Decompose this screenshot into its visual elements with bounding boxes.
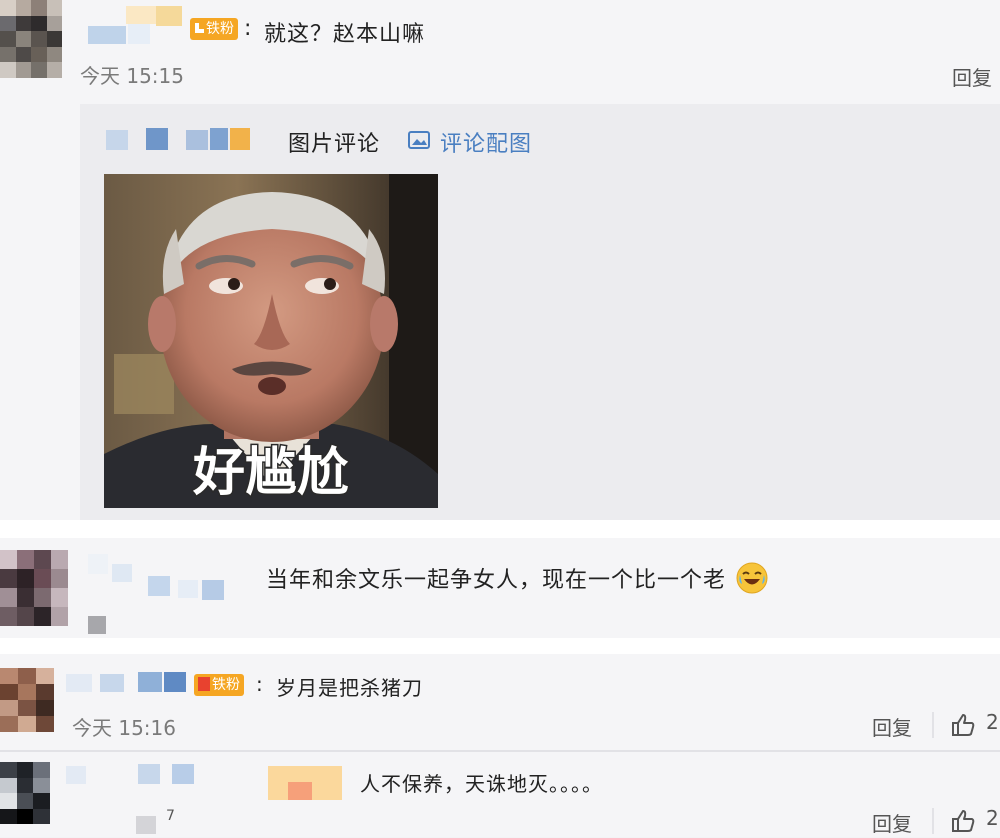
thumbs-up-icon — [950, 712, 976, 738]
separator — [0, 638, 1000, 654]
timestamp: 今天 15:16 — [72, 716, 176, 740]
comment-card-2: 当年和余文乐一起争女人，现在一个比一个老 — [0, 538, 1000, 638]
view-image-label: 评论配图 — [440, 132, 533, 157]
separator — [0, 520, 1000, 538]
image-icon — [408, 130, 430, 154]
avatar[interactable] — [0, 0, 62, 78]
image-comment-label: 图片评论 — [288, 132, 381, 157]
username[interactable] — [88, 554, 238, 636]
like-button[interactable]: 2 — [950, 710, 1000, 740]
comment-count-fragment: 7 — [166, 808, 175, 824]
fan-badge: 铁粉 — [194, 674, 244, 696]
reply-button[interactable]: 回复 — [872, 712, 912, 741]
comment-text: 人不保养，天诛地灭。。。。 — [360, 772, 603, 796]
fan-level-icon — [198, 677, 210, 691]
comment-text-body: 当年和余文乐一起争女人，现在一个比一个老 — [266, 568, 727, 593]
image-comment-block: 图片评论 评论配图 好尴尬 — [80, 104, 1000, 520]
image-comment-author[interactable] — [106, 126, 250, 152]
reply-button[interactable]: 回复 — [872, 808, 912, 837]
comment-text: 当年和余文乐一起争女人，现在一个比一个老 — [266, 562, 768, 600]
avatar[interactable] — [0, 762, 50, 824]
comment-card-1: 铁粉 : 就这？赵本山嘛 今天 15:15 回复 图片评论 评论配图 好尴尬 — [0, 0, 1000, 520]
like-button[interactable]: 2 — [950, 806, 1000, 836]
badge-blurred — [268, 766, 342, 800]
username[interactable] — [88, 4, 184, 46]
username[interactable] — [66, 764, 196, 838]
colon: : — [256, 672, 263, 696]
fan-level-icon — [194, 20, 206, 34]
comment-text: 就这？赵本山嘛 — [264, 22, 426, 47]
fan-badge: 铁粉 — [190, 18, 238, 40]
laugh-cry-emoji-icon — [736, 562, 768, 600]
timestamp: 今天 15:15 — [80, 64, 184, 88]
meme-image[interactable]: 好尴尬 — [104, 174, 438, 508]
colon: : — [244, 16, 252, 41]
like-count: 2 — [986, 806, 999, 830]
action-divider — [932, 712, 934, 738]
like-count: 2 — [986, 710, 999, 734]
badge-label: 铁粉 — [212, 677, 240, 693]
comment-text: 岁月是把杀猪刀 — [276, 676, 423, 700]
meme-illustration: 好尴尬 — [104, 174, 438, 508]
thumbs-up-icon — [950, 808, 976, 834]
badge-label: 铁粉 — [206, 21, 234, 37]
comment-card-3: 铁粉 : 岁月是把杀猪刀 今天 15:16 回复 2 — [0, 654, 1000, 750]
meme-caption: 好尴尬 — [192, 443, 349, 503]
comment-card-4: 7 人不保养，天诛地灭。。。。 回复 2 — [0, 752, 1000, 837]
avatar[interactable] — [0, 550, 68, 626]
avatar[interactable] — [0, 668, 54, 732]
username[interactable] — [66, 672, 192, 694]
action-divider — [932, 808, 934, 834]
reply-button[interactable]: 回复 — [952, 62, 992, 91]
